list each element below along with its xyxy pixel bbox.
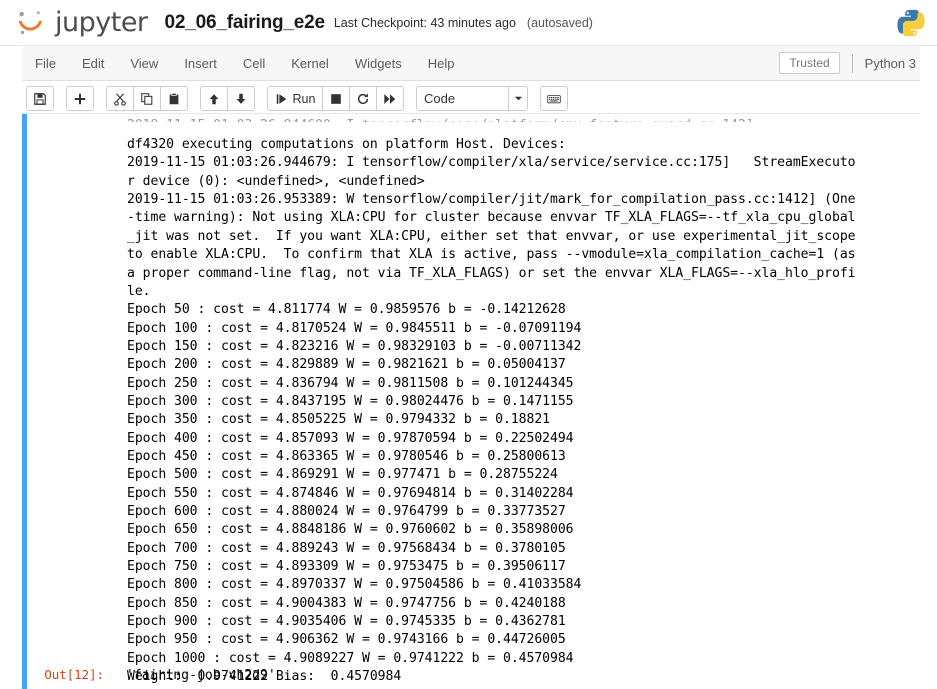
- output-result-value: 'fairing-job-vh2d9': [126, 668, 276, 683]
- toolbar-group-save: [26, 86, 54, 111]
- stop-icon: [331, 93, 341, 104]
- keyboard-icon: [547, 94, 561, 103]
- toolbar-group-move: [200, 86, 255, 111]
- clipped-output-line: 2019-11-15 01:03:26.944600: I tensorflow…: [127, 116, 920, 122]
- menu-file[interactable]: File: [22, 48, 69, 79]
- jupyter-logo-icon: [18, 10, 43, 34]
- notebook-title[interactable]: 02_06_fairing_e2e: [165, 12, 326, 34]
- output-result-row: Out[12]: 'fairing-job-vh2d9': [22, 667, 920, 683]
- arrow-down-icon: [236, 93, 246, 104]
- output-prompt-label: Out[12]:: [44, 667, 104, 682]
- last-checkpoint-label: Last Checkpoint: 43 minutes ago: [333, 15, 516, 30]
- copy-button[interactable]: [133, 86, 161, 111]
- command-palette-button[interactable]: [540, 86, 568, 111]
- restart-run-all-button[interactable]: [376, 86, 404, 111]
- cell-type-select[interactable]: Code: [416, 86, 528, 111]
- menu-cell[interactable]: Cell: [230, 48, 278, 79]
- restart-kernel-button[interactable]: [349, 86, 377, 111]
- menu-help[interactable]: Help: [415, 48, 468, 79]
- move-cell-down-button[interactable]: [227, 86, 255, 111]
- selected-cell-indicator: [22, 114, 27, 689]
- autosave-status: (autosaved): [526, 15, 593, 30]
- cell-output-area: 2019-11-15 01:03:26.944600: I tensorflow…: [127, 114, 920, 689]
- jupyter-notebook-app: jupyter 02_06_fairing_e2e Last Checkpoin…: [0, 0, 937, 689]
- paste-icon: [169, 92, 179, 104]
- menu-view[interactable]: View: [117, 48, 171, 79]
- trusted-badge[interactable]: Trusted: [779, 52, 840, 74]
- cut-button[interactable]: [106, 86, 134, 111]
- python-logo-icon: [897, 9, 925, 36]
- toolbar-group-edit: [106, 86, 188, 111]
- menu-edit[interactable]: Edit: [69, 48, 117, 79]
- copy-icon: [141, 92, 153, 105]
- jupyter-home-link[interactable]: jupyter: [14, 6, 148, 40]
- cell-type-value: Code: [424, 91, 456, 106]
- notebook-header: jupyter 02_06_fairing_e2e Last Checkpoin…: [0, 0, 937, 46]
- toolbar-group-insert: [66, 86, 94, 111]
- move-cell-up-button[interactable]: [200, 86, 228, 111]
- stdout-stream: df4320 executing computations on platfor…: [127, 137, 856, 685]
- plus-icon: [74, 93, 86, 104]
- menu-insert[interactable]: Insert: [171, 48, 230, 79]
- clipped-stream-text: 2019-11-15 01:03:26.944600: I tensorflow…: [127, 117, 920, 122]
- paste-button[interactable]: [160, 86, 188, 111]
- insert-cell-below-button[interactable]: [66, 86, 94, 111]
- kernel-separator: [851, 53, 853, 73]
- run-label: Run: [292, 91, 316, 106]
- kernel-indicator[interactable]: Python 3: [865, 56, 920, 71]
- scissors-icon: [114, 92, 126, 106]
- menu-bar: File Edit View Insert Cell Kernel Widget…: [22, 46, 920, 81]
- save-button[interactable]: [26, 86, 54, 111]
- run-cell-button[interactable]: Run: [267, 86, 323, 111]
- fast-forward-icon: [384, 93, 396, 104]
- jupyter-wordmark: jupyter: [55, 7, 148, 38]
- toolbar-group-palette: [540, 86, 568, 111]
- notebook-cell-area: 2019-11-15 01:03:26.944600: I tensorflow…: [22, 114, 920, 689]
- chevron-down-icon: [508, 87, 527, 110]
- notebook-toolbar: Run Code: [22, 81, 920, 114]
- toolbar-group-run: Run: [267, 86, 404, 111]
- interrupt-kernel-button[interactable]: [322, 86, 350, 111]
- run-icon: [276, 93, 286, 104]
- menu-kernel[interactable]: Kernel: [278, 48, 342, 79]
- menu-widgets[interactable]: Widgets: [342, 48, 415, 79]
- arrow-up-icon: [209, 93, 219, 104]
- save-icon: [34, 92, 46, 105]
- restart-icon: [357, 92, 369, 104]
- menu-bar-right: Trusted Python 3: [779, 52, 920, 74]
